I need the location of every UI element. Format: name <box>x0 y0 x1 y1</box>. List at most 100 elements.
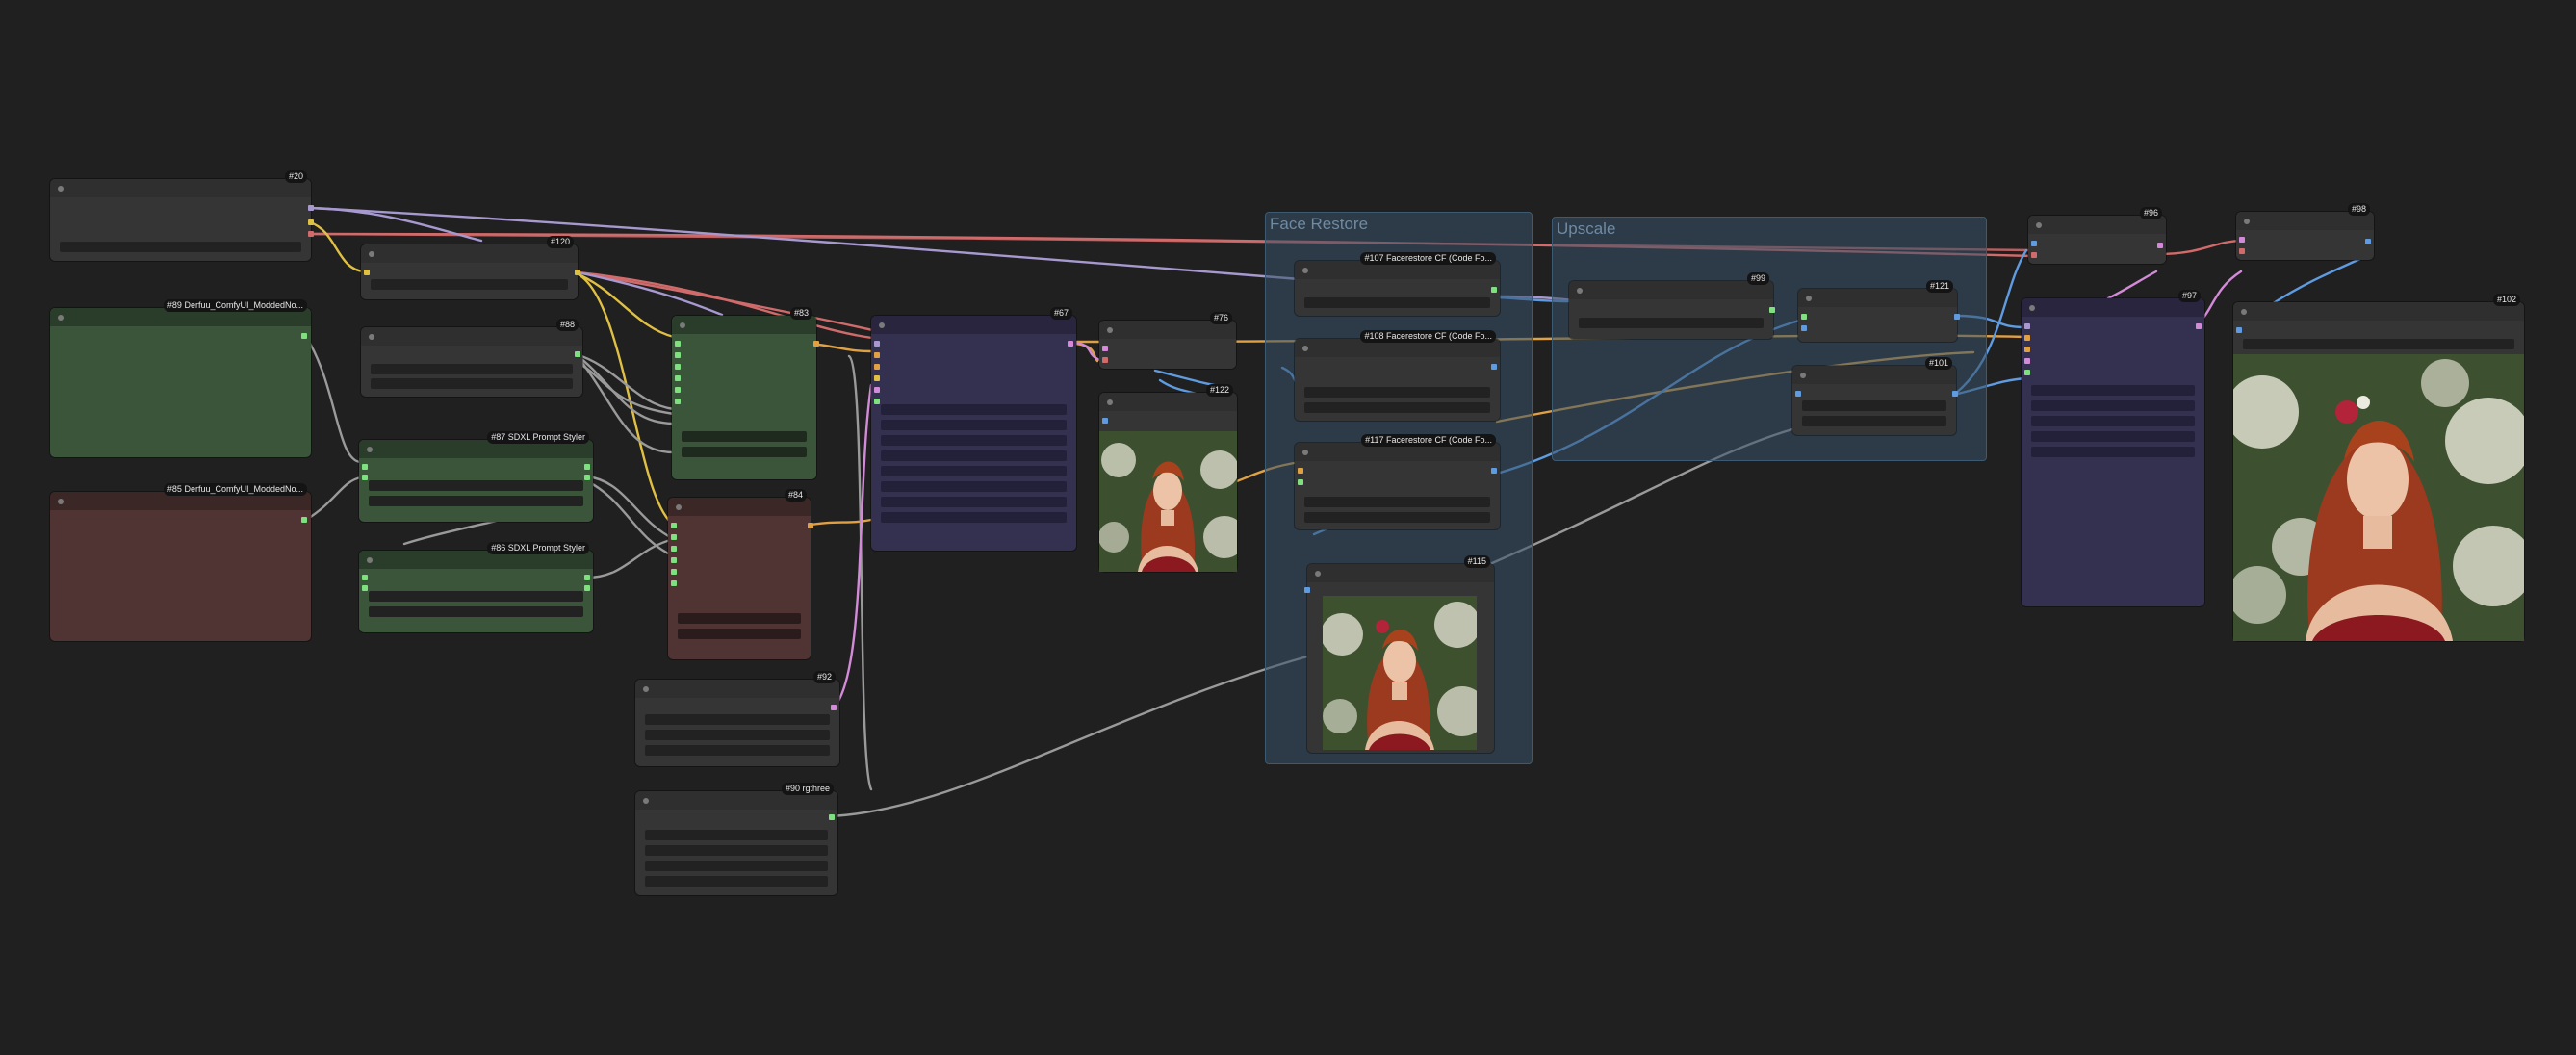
widget-field[interactable] <box>645 861 828 871</box>
widget-field[interactable] <box>678 629 801 639</box>
collapse-dot-icon[interactable] <box>2241 309 2247 315</box>
node-97[interactable]: #97 <box>2022 290 2204 606</box>
input-port[interactable] <box>874 375 880 381</box>
collapse-dot-icon[interactable] <box>2036 222 2042 228</box>
widget-field[interactable] <box>645 730 830 740</box>
input-port[interactable] <box>1102 418 1108 424</box>
node-121[interactable]: #121 <box>1798 280 1960 342</box>
widget-field[interactable] <box>369 480 583 491</box>
output-port[interactable] <box>584 575 590 580</box>
output-port[interactable] <box>1952 391 1958 397</box>
node-99[interactable]: #99 <box>1569 272 1775 339</box>
output-port[interactable] <box>1068 341 1073 347</box>
node-117-facerestore[interactable]: #117 Facerestore CF (Code Fo... <box>1295 434 1500 529</box>
input-port[interactable] <box>671 569 677 575</box>
input-port[interactable] <box>2024 335 2030 341</box>
collapse-dot-icon[interactable] <box>1107 399 1113 405</box>
node-122-image-preview[interactable]: #122 <box>1099 384 1237 572</box>
node-115-image-preview[interactable]: #115 <box>1304 555 1494 753</box>
widget-field[interactable] <box>881 512 1067 523</box>
output-port[interactable] <box>2196 323 2202 329</box>
widget-field[interactable] <box>1304 297 1490 308</box>
input-port[interactable] <box>874 364 880 370</box>
node-86-prompt-styler[interactable]: #86 SDXL Prompt Styler <box>359 542 593 632</box>
node-96[interactable]: #96 <box>2028 207 2166 264</box>
collapse-dot-icon[interactable] <box>367 447 373 452</box>
collapse-dot-icon[interactable] <box>1107 327 1113 333</box>
input-port[interactable] <box>362 575 368 580</box>
collapse-dot-icon[interactable] <box>369 251 374 257</box>
input-port[interactable] <box>874 387 880 393</box>
input-port[interactable] <box>1102 357 1108 363</box>
widget-field[interactable] <box>881 450 1067 461</box>
widget-field[interactable] <box>1802 416 1946 426</box>
input-port[interactable] <box>2031 252 2037 258</box>
widget-field[interactable] <box>60 242 301 252</box>
widget-field[interactable] <box>881 404 1067 415</box>
output-port[interactable] <box>2157 243 2163 248</box>
node-graph-canvas[interactable]: Face Restore Upscale #20 #120 #89 Derfuu… <box>0 0 2576 1055</box>
widget-field[interactable] <box>1304 512 1490 523</box>
widget-field[interactable] <box>881 435 1067 446</box>
widget-field[interactable] <box>369 606 583 617</box>
input-port[interactable] <box>362 464 368 470</box>
widget-field[interactable] <box>369 591 583 602</box>
input-port[interactable] <box>1298 468 1303 474</box>
widget-field[interactable] <box>2031 431 2195 442</box>
widget-field[interactable] <box>1579 318 1764 328</box>
input-port[interactable] <box>2024 358 2030 364</box>
widget-field[interactable] <box>371 279 568 290</box>
input-port[interactable] <box>1795 391 1801 397</box>
node-90-rgthree[interactable]: #90 rgthree <box>635 783 837 895</box>
node-101[interactable]: #101 <box>1792 357 1958 435</box>
output-port[interactable] <box>308 219 314 225</box>
output-port[interactable] <box>1954 314 1960 320</box>
input-port[interactable] <box>671 557 677 563</box>
input-port[interactable] <box>675 375 681 381</box>
collapse-dot-icon[interactable] <box>879 322 885 328</box>
input-port[interactable] <box>2024 347 2030 352</box>
node-85[interactable]: #85 Derfuu_ComfyUI_ModdedNo... <box>50 483 311 641</box>
collapse-dot-icon[interactable] <box>680 322 685 328</box>
widget-field[interactable] <box>645 830 828 840</box>
widget-field[interactable] <box>682 431 807 442</box>
node-120[interactable]: #120 <box>361 236 580 299</box>
widget-field[interactable] <box>369 496 583 506</box>
input-port[interactable] <box>362 475 368 480</box>
collapse-dot-icon[interactable] <box>1577 288 1583 294</box>
output-port[interactable] <box>575 351 580 357</box>
node-98[interactable]: #98 <box>2236 203 2374 260</box>
node-83[interactable]: #83 <box>672 307 819 479</box>
collapse-dot-icon[interactable] <box>58 315 64 321</box>
output-port[interactable] <box>584 585 590 591</box>
input-port[interactable] <box>2024 323 2030 329</box>
input-port[interactable] <box>2236 327 2242 333</box>
collapse-dot-icon[interactable] <box>2244 219 2250 224</box>
input-port[interactable] <box>2239 237 2245 243</box>
output-port[interactable] <box>1769 307 1775 313</box>
widget-field[interactable] <box>1304 497 1490 507</box>
output-port[interactable] <box>813 341 819 347</box>
node-108-facerestore[interactable]: #108 Facerestore CF (Code Fo... <box>1295 330 1500 421</box>
node-84[interactable]: #84 <box>668 489 813 659</box>
collapse-dot-icon[interactable] <box>2029 305 2035 311</box>
output-port[interactable] <box>2365 239 2371 244</box>
node-88[interactable]: #88 <box>361 319 582 397</box>
widget-field[interactable] <box>645 714 830 725</box>
collapse-dot-icon[interactable] <box>367 557 373 563</box>
input-port[interactable] <box>874 352 880 358</box>
output-port[interactable] <box>808 523 813 528</box>
output-port[interactable] <box>1491 364 1497 370</box>
node-20[interactable]: #20 <box>50 170 314 261</box>
node-102-image-preview[interactable]: #102 <box>2233 294 2524 641</box>
widget-field[interactable] <box>645 745 830 756</box>
widget-field[interactable] <box>1304 402 1490 413</box>
input-port[interactable] <box>671 546 677 552</box>
output-port[interactable] <box>584 464 590 470</box>
collapse-dot-icon[interactable] <box>676 504 682 510</box>
input-port[interactable] <box>675 387 681 393</box>
collapse-dot-icon[interactable] <box>1302 268 1308 273</box>
collapse-dot-icon[interactable] <box>1806 296 1812 301</box>
input-port[interactable] <box>1298 479 1303 485</box>
widget-field[interactable] <box>371 378 573 389</box>
